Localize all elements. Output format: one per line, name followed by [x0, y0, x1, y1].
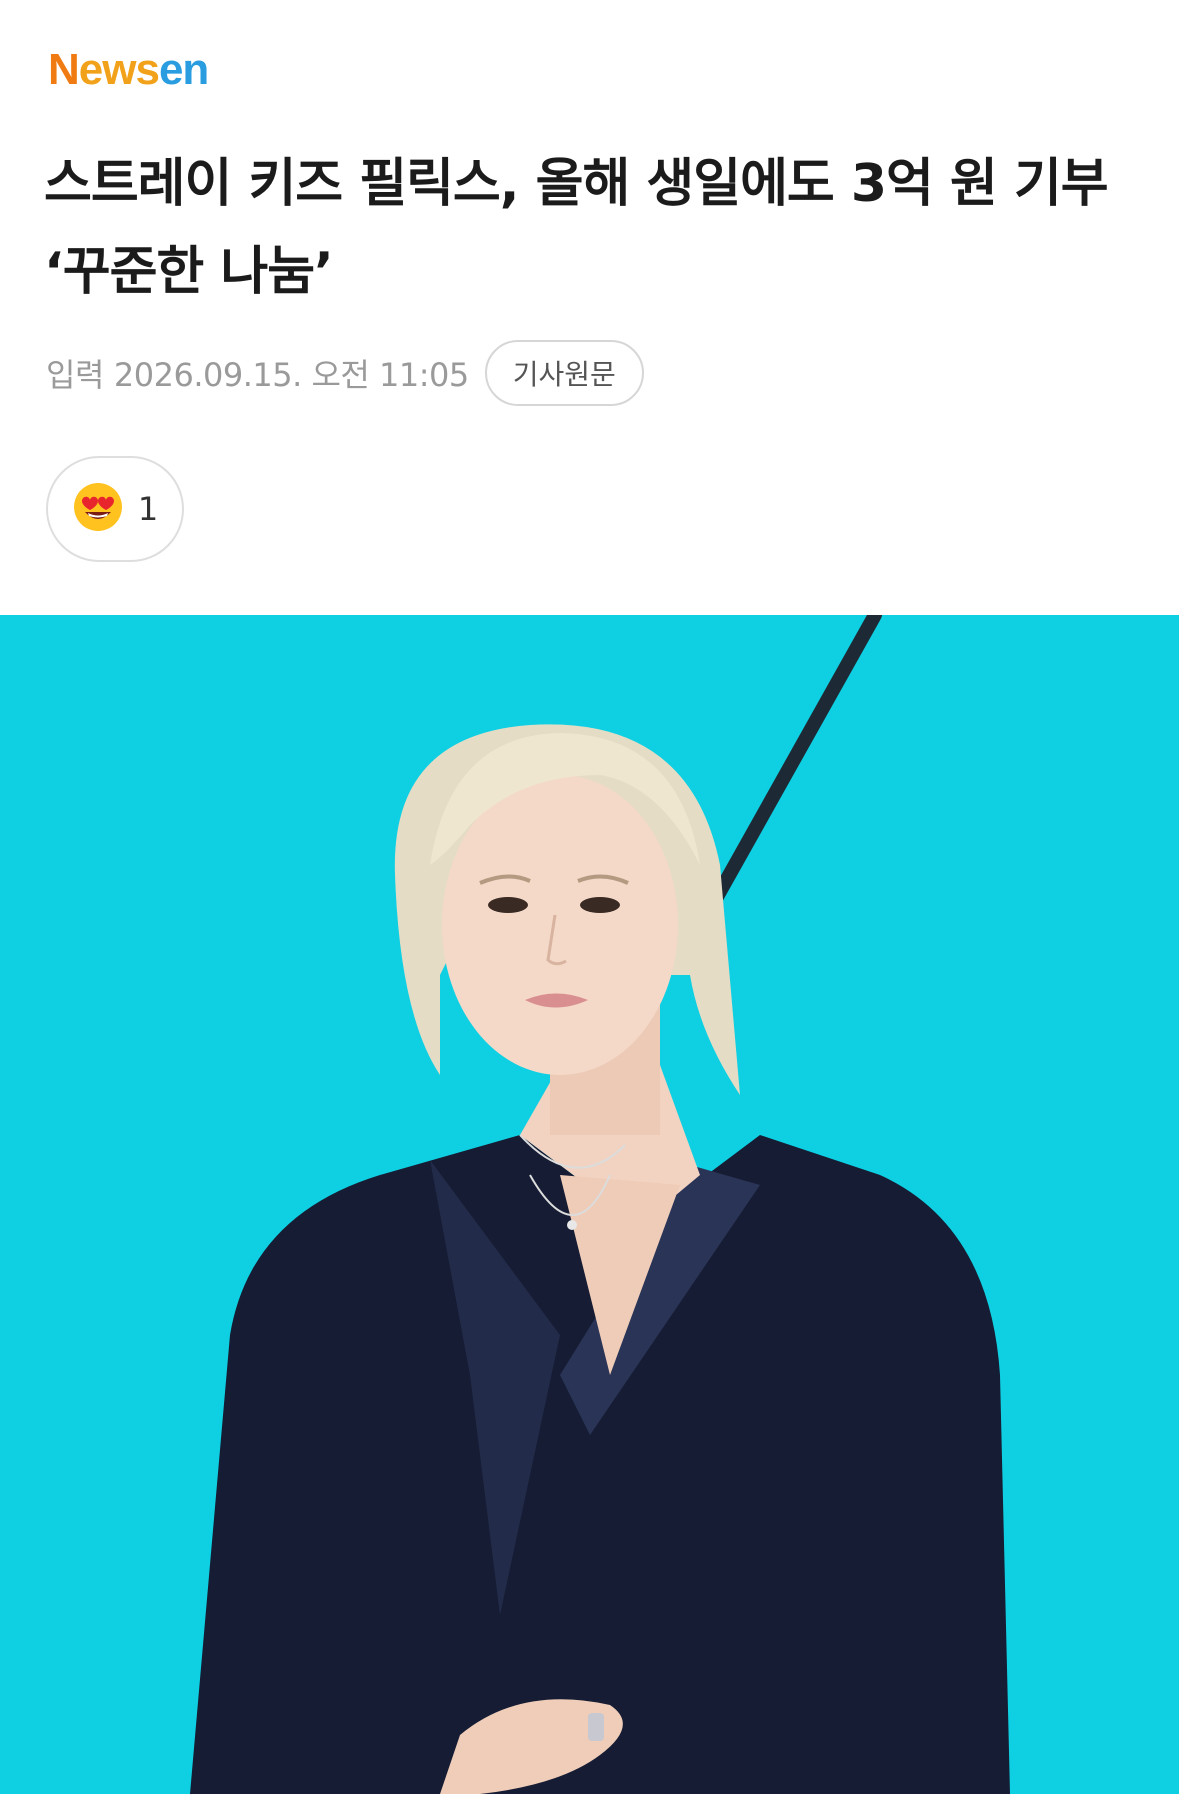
article-header: N ews en 스트레이 키즈 필릭스, 올해 생일에도 3억 원 기부 ‘꾸…: [0, 0, 1179, 615]
article-meta: 입력 2026.09.15. 오전 11:05 기사원문: [46, 338, 644, 408]
original-article-button[interactable]: 기사원문: [484, 340, 644, 406]
reaction-count: 1: [137, 490, 159, 528]
logo-part-1: N: [48, 45, 80, 94]
logo-part-2: ews: [78, 45, 160, 94]
date-label: 입력: [46, 356, 104, 394]
logo-part-3: en: [158, 45, 209, 94]
article-headline: 스트레이 키즈 필릭스, 올해 생일에도 3억 원 기부 ‘꾸준한 나눔’: [44, 154, 1109, 302]
publish-date: 2026.09.15. 오전 11:05: [113, 356, 469, 394]
article-photo: [0, 615, 1179, 1794]
heart-eyes-emoji-icon: [72, 481, 124, 537]
reaction-button[interactable]: 1: [46, 456, 184, 562]
newsen-logo[interactable]: N ews en: [48, 44, 209, 96]
